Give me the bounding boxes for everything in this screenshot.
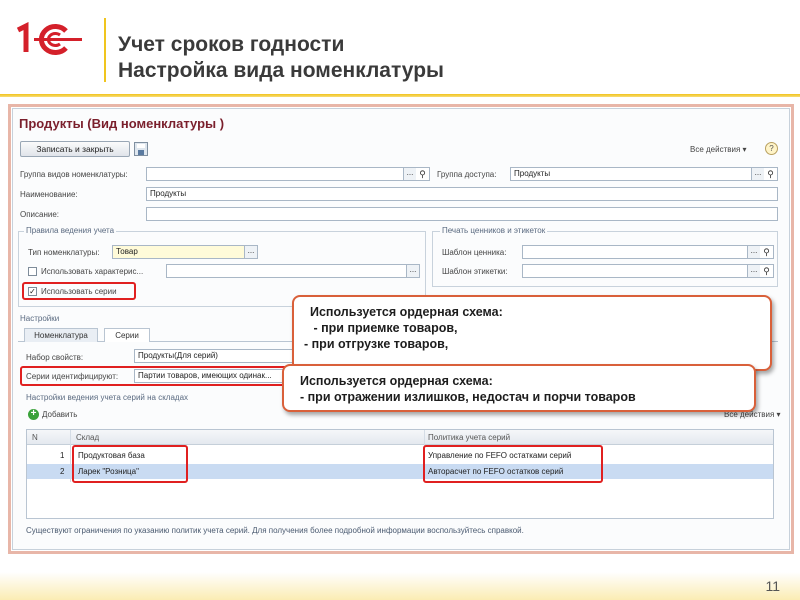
use-series-label: Использовать серии: [41, 287, 117, 296]
price-tag-field[interactable]: ... ⚲: [522, 245, 774, 259]
callout-order-scheme-receiving: Используется ордерная схема: - при прием…: [292, 295, 772, 371]
callout-line: - при отгрузке товаров,: [304, 337, 449, 351]
select-dots-icon[interactable]: ...: [751, 168, 764, 180]
series-identified-field[interactable]: Партии товаров, имеющих одинак...: [134, 369, 284, 383]
search-icon[interactable]: ⚲: [760, 246, 773, 258]
save-icon[interactable]: [134, 142, 148, 156]
warehouse-highlight: [72, 445, 188, 483]
search-icon[interactable]: ⚲: [760, 265, 773, 277]
use-characteristics-checkbox[interactable]: [28, 267, 37, 276]
label-template-field[interactable]: ... ⚲: [522, 264, 774, 278]
item-type-field[interactable]: Товар ...: [112, 245, 258, 259]
select-dots-icon[interactable]: ...: [747, 246, 760, 258]
label-template-label: Шаблон этикетки:: [442, 267, 508, 276]
item-type-value: Товар: [116, 247, 138, 256]
header-divider: [104, 18, 106, 82]
select-dots-icon[interactable]: ...: [747, 265, 760, 277]
policy-highlight: [423, 445, 603, 483]
access-group-value: Продукты: [514, 169, 551, 178]
add-button[interactable]: Добавить: [42, 409, 77, 421]
description-input[interactable]: [146, 207, 778, 221]
row-number: 2: [60, 467, 65, 476]
help-icon[interactable]: ?: [765, 142, 778, 155]
series-identified-label: Серии идентифицируют:: [26, 372, 119, 381]
callout-line: - при отражении излишков, недостач и пор…: [300, 390, 636, 404]
description-label: Описание:: [20, 210, 60, 219]
callout-line: - при приемке товаров,: [310, 321, 458, 335]
use-series-checkbox[interactable]: ✓: [28, 287, 37, 296]
item-type-label: Тип номенклатуры:: [28, 248, 100, 257]
slide-footer: [0, 572, 800, 600]
column-header-warehouse: Склад: [76, 433, 100, 442]
slide-title-line1: Учет сроков годности: [118, 33, 345, 56]
settings-title: Настройки: [20, 314, 60, 323]
warehouse-settings-title: Настройки ведения учета серий на складах: [26, 393, 189, 402]
use-characteristics-label: Использовать характерис...: [41, 267, 144, 276]
column-header-policy: Политика учета серий: [428, 433, 511, 442]
row-number: 1: [60, 451, 65, 460]
select-dots-icon[interactable]: ...: [244, 246, 257, 258]
save-and-close-button[interactable]: Записать и закрыть: [20, 141, 130, 157]
callout-line: Используется ордерная схема:: [300, 374, 493, 388]
accounting-rules-title: Правила ведения учета: [24, 226, 117, 236]
all-actions-menu[interactable]: Все действия ▾: [690, 144, 747, 156]
callout-line: Используется ордерная схема:: [310, 305, 503, 319]
property-set-field[interactable]: Продукты(Для серий): [134, 349, 294, 363]
access-group-label: Группа доступа:: [437, 170, 497, 179]
callout-order-scheme-surplus: Используется ордерная схема: - при отраж…: [282, 364, 756, 412]
group-types-field[interactable]: ... ⚲: [146, 167, 430, 181]
page-number: 11: [765, 578, 780, 594]
print-group-title: Печать ценников и этикеток: [440, 226, 548, 236]
property-set-label: Набор свойств:: [26, 353, 84, 362]
search-icon[interactable]: ⚲: [416, 168, 429, 180]
1c-logo-icon: [16, 22, 82, 55]
characteristics-field[interactable]: ...: [166, 264, 420, 278]
name-input[interactable]: Продукты: [146, 187, 778, 201]
add-icon[interactable]: +: [28, 409, 39, 420]
footnote-text: Существуют ограничения по указанию полит…: [26, 526, 524, 535]
slide-title-line2: Настройка вида номенклатуры: [118, 59, 444, 82]
group-types-label: Группа видов номенклатуры:: [20, 170, 128, 179]
select-dots-icon[interactable]: ...: [406, 265, 419, 277]
tab-series[interactable]: Серии: [104, 328, 150, 342]
price-tag-label: Шаблон ценника:: [442, 248, 507, 257]
table-header: [27, 430, 773, 445]
select-dots-icon[interactable]: ...: [403, 168, 416, 180]
header-underline: [0, 94, 800, 97]
name-label: Наименование:: [20, 190, 78, 199]
access-group-field[interactable]: Продукты ... ⚲: [510, 167, 778, 181]
search-icon[interactable]: ⚲: [764, 168, 777, 180]
form-title: Продукты (Вид номенклатуры ): [19, 116, 225, 131]
tab-nomenclature[interactable]: Номенклатура: [24, 328, 98, 342]
column-header-n: N: [32, 433, 38, 442]
print-group: [432, 231, 778, 287]
